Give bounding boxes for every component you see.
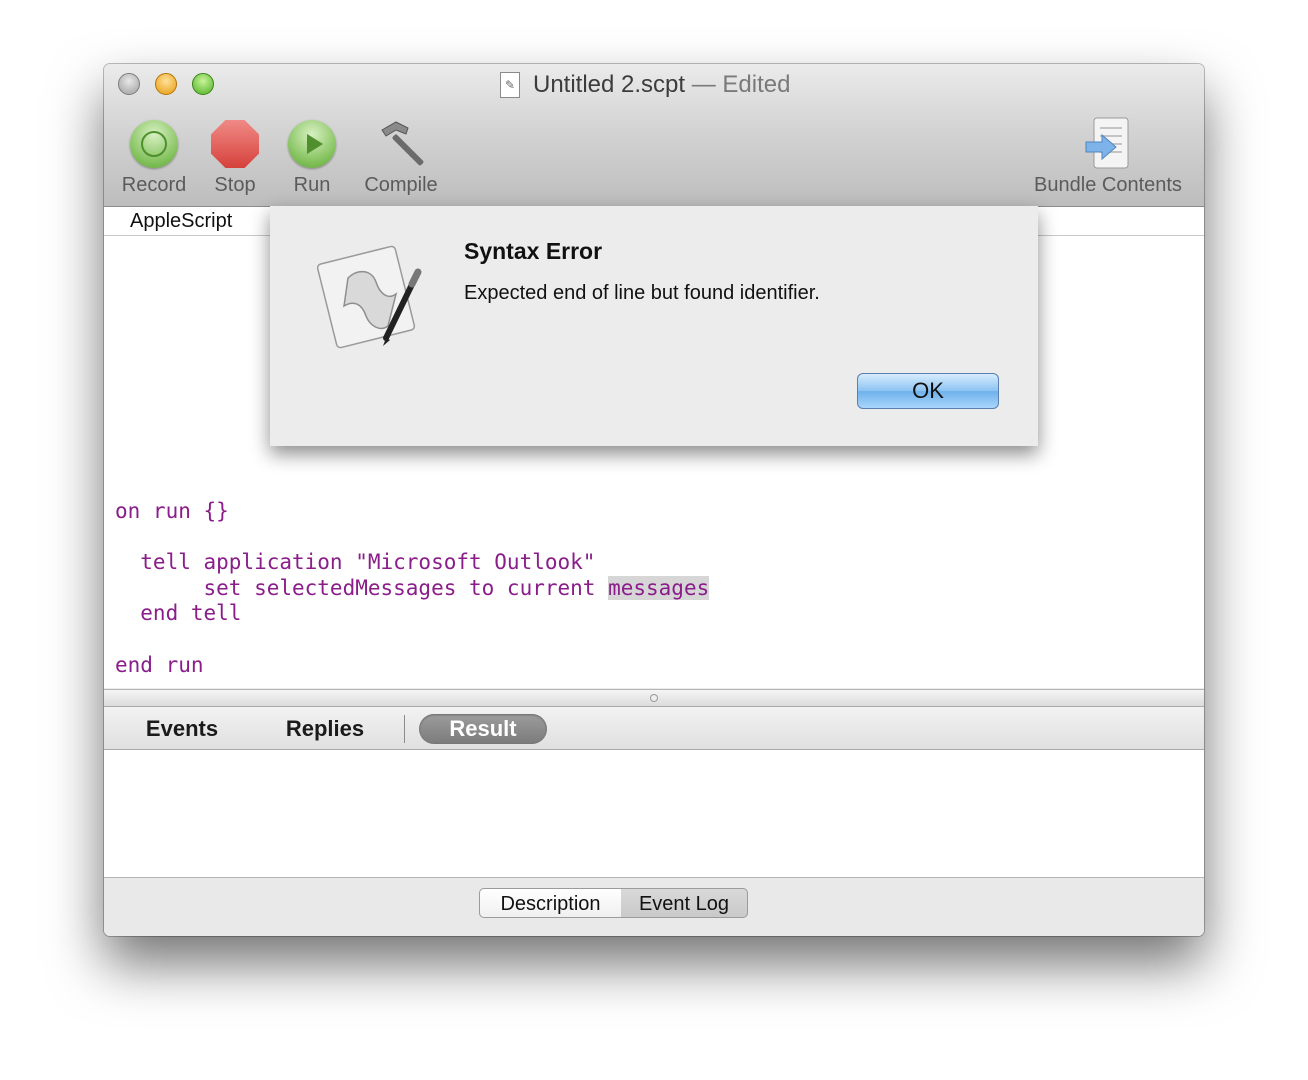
- compile-label: Compile: [364, 174, 438, 196]
- script-editor-icon: [316, 245, 422, 349]
- edited-indicator: — Edited: [691, 71, 791, 98]
- toolbar: ✎ Untitled 2.scpt — Edited Record Stop R…: [104, 64, 1204, 207]
- run-icon: [288, 120, 336, 168]
- language-popup[interactable]: AppleScript: [130, 207, 232, 235]
- tab-result[interactable]: Result: [419, 714, 547, 744]
- close-button[interactable]: [118, 73, 140, 95]
- window-title-text: Untitled 2.scpt: [533, 71, 686, 98]
- stop-icon: [211, 120, 259, 168]
- bottom-bar: Description Event Log: [104, 878, 1204, 936]
- splitter-handle-icon[interactable]: [650, 694, 658, 702]
- code-line: tell application "Microsoft Outlook": [115, 550, 596, 574]
- minimize-button[interactable]: [155, 73, 177, 95]
- code-line: on run {}: [115, 499, 229, 523]
- code-line: set selectedMessages to current messages: [115, 575, 710, 601]
- bundle-contents-label: Bundle Contents: [1034, 174, 1182, 196]
- run-label: Run: [293, 174, 331, 196]
- code-line: end run: [115, 653, 204, 677]
- code-line: end tell: [115, 601, 242, 625]
- window-title: Untitled 2.scpt — Edited: [533, 69, 790, 101]
- document-icon: ✎: [500, 72, 520, 98]
- result-pane[interactable]: [104, 750, 1204, 878]
- log-tab-bar: Events Replies Result: [104, 707, 1204, 750]
- zoom-button[interactable]: [192, 73, 214, 95]
- event-log-tab[interactable]: Event Log: [621, 888, 748, 918]
- tab-separator: [404, 715, 405, 743]
- code-line-text: set selectedMessages to current: [115, 576, 609, 600]
- syntax-error-alert: Syntax Error Expected end of line but fo…: [270, 206, 1038, 446]
- record-label: Record: [121, 174, 187, 196]
- error-highlight: messages: [608, 576, 710, 600]
- tab-events[interactable]: Events: [132, 714, 232, 744]
- alert-title: Syntax Error: [464, 238, 603, 264]
- alert-message: Expected end of line but found identifie…: [464, 282, 820, 304]
- script-editor-window: ✎ Untitled 2.scpt — Edited Record Stop R…: [104, 64, 1204, 936]
- hammer-icon: [381, 121, 424, 166]
- bundle-contents-icon: [1085, 117, 1129, 169]
- record-icon: [130, 120, 178, 168]
- stop-label: Stop: [214, 174, 256, 196]
- tab-replies[interactable]: Replies: [274, 714, 376, 744]
- pane-splitter[interactable]: [104, 689, 1204, 707]
- ok-button[interactable]: OK: [857, 373, 999, 409]
- description-tab[interactable]: Description: [479, 888, 622, 918]
